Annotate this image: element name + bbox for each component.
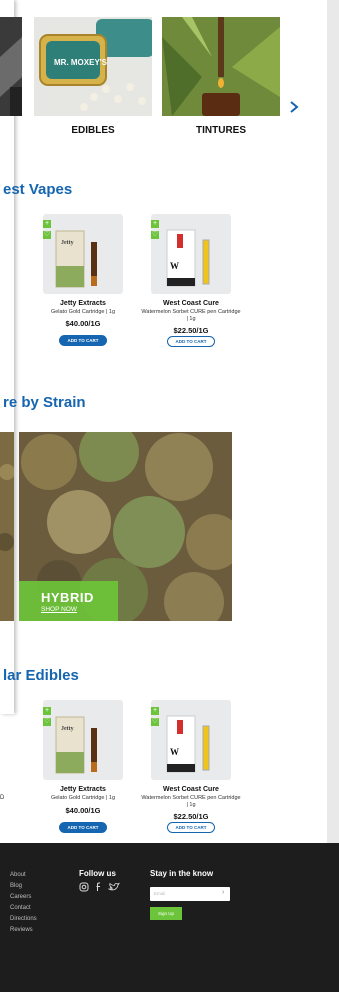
category-label-edibles[interactable]: EDIBLES — [34, 125, 152, 136]
heart-icon[interactable]: ♡ — [43, 231, 51, 239]
instagram-icon[interactable] — [79, 882, 89, 892]
product-description: Gelato Gold Cartridge | 1g — [50, 309, 116, 315]
category-label-tinctures[interactable]: TINTURES — [162, 125, 280, 136]
product-brand[interactable]: West Coast Cure — [131, 786, 251, 793]
svg-text:MR. MOXEY'S: MR. MOXEY'S — [54, 58, 108, 67]
westcoast-product-photo: W — [166, 229, 210, 287]
strain-title: HYBRID — [41, 590, 94, 605]
product-description: Watermelon Sorbet CURE pen Cartridge | 1… — [141, 309, 241, 322]
section-title-edibles: lar Edibles — [3, 667, 79, 684]
category-image-tinctures[interactable] — [162, 17, 280, 116]
chevron-right-icon[interactable]: › — [222, 889, 224, 896]
product-brand[interactable]: Jetty Extracts — [23, 300, 143, 307]
product-image-westcoast-edible[interactable]: W — [151, 700, 231, 780]
heart-icon[interactable]: ♡ — [43, 718, 51, 726]
add-to-cart-button[interactable]: ADD TO CART — [167, 336, 215, 347]
svg-text:W: W — [170, 261, 179, 271]
footer-link-blog[interactable]: Blog — [10, 883, 22, 889]
category-image-edibles[interactable]: MR. MOXEY'S — [34, 17, 152, 116]
jetty-product-photo: Jetty — [55, 230, 97, 288]
heart-icon[interactable]: ♡ — [151, 718, 159, 726]
add-to-cart-button[interactable]: ADD TO CART — [59, 822, 107, 833]
jetty-product-photo: Jetty — [55, 716, 97, 774]
tinctures-photo — [162, 17, 280, 116]
product-image-jetty-vape[interactable]: Jetty — [43, 214, 123, 294]
product-brand[interactable]: West Coast Cure — [131, 300, 251, 307]
newsletter-heading: Stay in the know — [150, 869, 214, 878]
section-title-vapes: est Vapes — [3, 181, 73, 198]
product-description: Watermelon Sorbet CURE pen Cartridge | 1… — [141, 795, 241, 808]
footer-link-reviews[interactable]: Reviews — [10, 927, 33, 933]
svg-text:Jetty: Jetty — [61, 240, 74, 246]
sign-up-button[interactable]: Sign Up — [150, 907, 182, 920]
strain-image-partial[interactable] — [0, 432, 14, 621]
product-price: $22.50/1G — [173, 326, 209, 335]
add-icon[interactable]: + — [43, 220, 51, 228]
section-title-strain: re by Strain — [3, 394, 86, 411]
category-image-partial[interactable] — [0, 17, 22, 116]
partial-product-fragment: D — [0, 795, 5, 801]
chevron-right-icon[interactable] — [289, 100, 299, 114]
product-description: Gelato Gold Cartridge | 1g — [50, 795, 116, 801]
shop-now-link[interactable]: SHOP NOW — [41, 606, 77, 613]
add-to-cart-button[interactable]: ADD TO CART — [59, 335, 107, 346]
add-icon[interactable]: + — [43, 707, 51, 715]
svg-text:W: W — [170, 747, 179, 757]
westcoast-product-photo: W — [166, 715, 210, 773]
product-image-westcoast-vape[interactable]: W — [151, 214, 231, 294]
add-to-cart-button[interactable]: ADD TO CART — [167, 822, 215, 833]
add-icon[interactable]: + — [151, 707, 159, 715]
follow-us-heading: Follow us — [79, 869, 116, 878]
category-photo — [0, 17, 22, 116]
svg-text:Jetty: Jetty — [61, 726, 74, 732]
footer-link-about[interactable]: About — [10, 872, 26, 878]
footer-link-careers[interactable]: Careers — [10, 894, 31, 900]
heart-icon[interactable]: ♡ — [151, 231, 159, 239]
strain-photo-partial — [0, 432, 14, 621]
page: MR. MOXEY'S EDIBLES TINTURES est Vapes J… — [0, 0, 339, 992]
facebook-icon[interactable] — [94, 882, 104, 892]
product-price: $40.00/1G — [65, 319, 101, 328]
product-brand[interactable]: Jetty Extracts — [23, 786, 143, 793]
add-icon[interactable]: + — [151, 220, 159, 228]
email-placeholder: Email — [154, 891, 166, 896]
footer-link-contact[interactable]: Contact — [10, 905, 31, 911]
edibles-photo: MR. MOXEY'S — [34, 17, 152, 116]
product-image-jetty-edible[interactable]: Jetty — [43, 700, 123, 780]
twitter-icon[interactable] — [108, 882, 120, 892]
product-price: $40.00/1G — [65, 806, 101, 815]
product-price: $22.50/1G — [173, 812, 209, 821]
footer-link-directions[interactable]: Directions — [10, 916, 37, 922]
